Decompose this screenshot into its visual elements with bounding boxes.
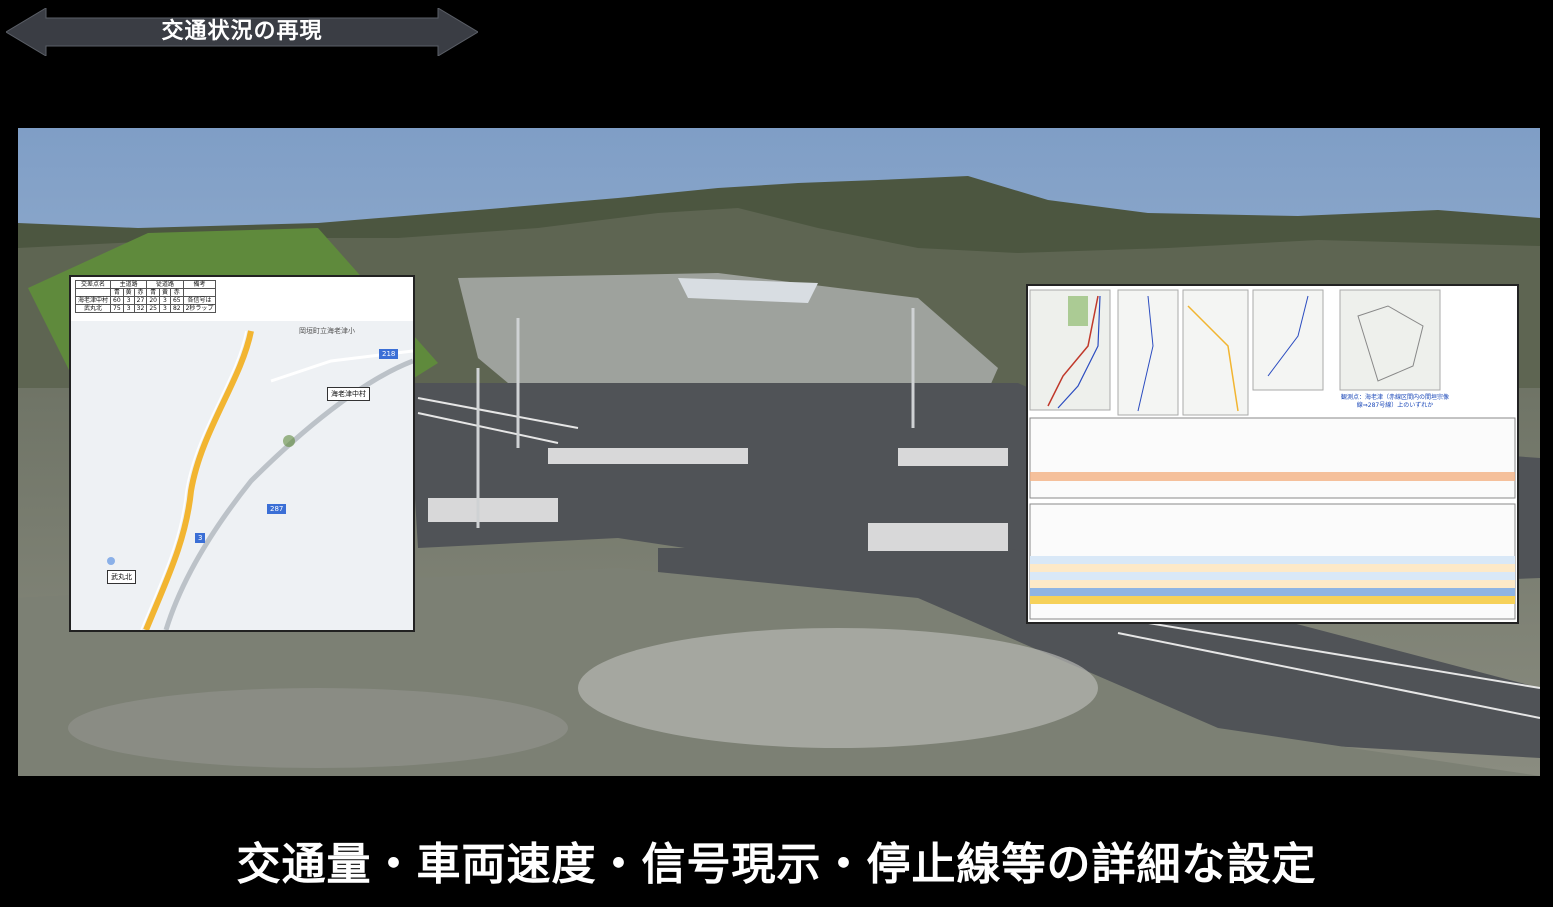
table-cell [74,288,112,297]
table-cell: 65 [169,296,184,305]
banner-title: 交通状況の再現 [161,19,323,44]
traffic-data-panel: 観測点：海老津（赤線区間内の間垣宗像 線⇒287号線）上のいずれか [1026,284,1519,624]
marker-ebitsu-nakamura: 海老津中村 [327,387,370,401]
slide-caption: 交通量・車両速度・信号現示・停止線等の詳細な設定 [236,839,1317,890]
table-cell: 黄 [122,288,135,297]
table-cell: 3 [158,304,171,313]
table-row: 武丸北 75 3 32 25 3 82 2秒ラップ [74,304,217,313]
observation-note-line2: 線⇒287号線）上のいずれか [1356,402,1434,409]
table-cell: 60 [110,296,124,305]
observation-note-line1: 観測点：海老津（赤線区間内の間垣宗像 [1340,394,1449,401]
table-cell: 赤 [133,288,148,297]
location-map: 岡垣町立海老津小 海老津中村 武丸北 287 3 218 [71,321,413,630]
table-subheader-row: 青 黄 赤 青 黄 赤 [74,288,217,297]
table-cell: 青 [146,288,160,297]
table-cell: 3 [122,296,135,305]
table-cell: 各信号は [182,296,217,305]
table-row: 海老津中村 60 3 27 20 3 65 各信号は [74,296,217,305]
table-cell: 赤 [169,288,184,297]
school-label: 岡垣町立海老津小 [299,327,355,335]
table-header-row: 交差点名 主道路 従道路 備考 [74,280,217,289]
table-cell: 黄 [158,288,171,297]
route-badge: 218 [379,349,399,359]
table-header-cell: 交差点名 [74,280,112,289]
table-cell: 青 [110,288,124,297]
observation-sheet [1029,289,1516,620]
section-banner: 交通状況の再現 [5,7,479,57]
table-cell: 20 [146,296,160,305]
table-cell [182,288,217,297]
observation-note: 観測点：海老津（赤線区間内の間垣宗像 線⇒287号線）上のいずれか [1340,394,1450,410]
table-cell: 25 [146,304,160,313]
marker-takemaru-kita: 武丸北 [107,570,136,584]
table-cell: 27 [133,296,148,305]
route-badge: 287 [267,504,287,514]
table-cell: 3 [158,296,171,305]
table-cell: 武丸北 [74,304,112,313]
intersection-info-panel: 交差点名 主道路 従道路 備考 青 黄 赤 青 黄 赤 海老津中村 60 3 2… [69,275,415,632]
table-cell: 82 [169,304,184,313]
table-cell: 32 [133,304,148,313]
route-badge: 3 [195,533,206,543]
table-cell: 海老津中村 [74,296,112,305]
table-cell: 75 [110,304,124,313]
table-header-cell: 従道路 [146,280,184,289]
table-header-cell: 備考 [182,280,217,289]
table-header-cell: 主道路 [110,280,148,289]
table-cell: 2秒ラップ [182,304,217,313]
table-cell: 3 [122,304,135,313]
signal-timing-table: 交差点名 主道路 従道路 備考 青 黄 赤 青 黄 赤 海老津中村 60 3 2… [74,280,217,313]
